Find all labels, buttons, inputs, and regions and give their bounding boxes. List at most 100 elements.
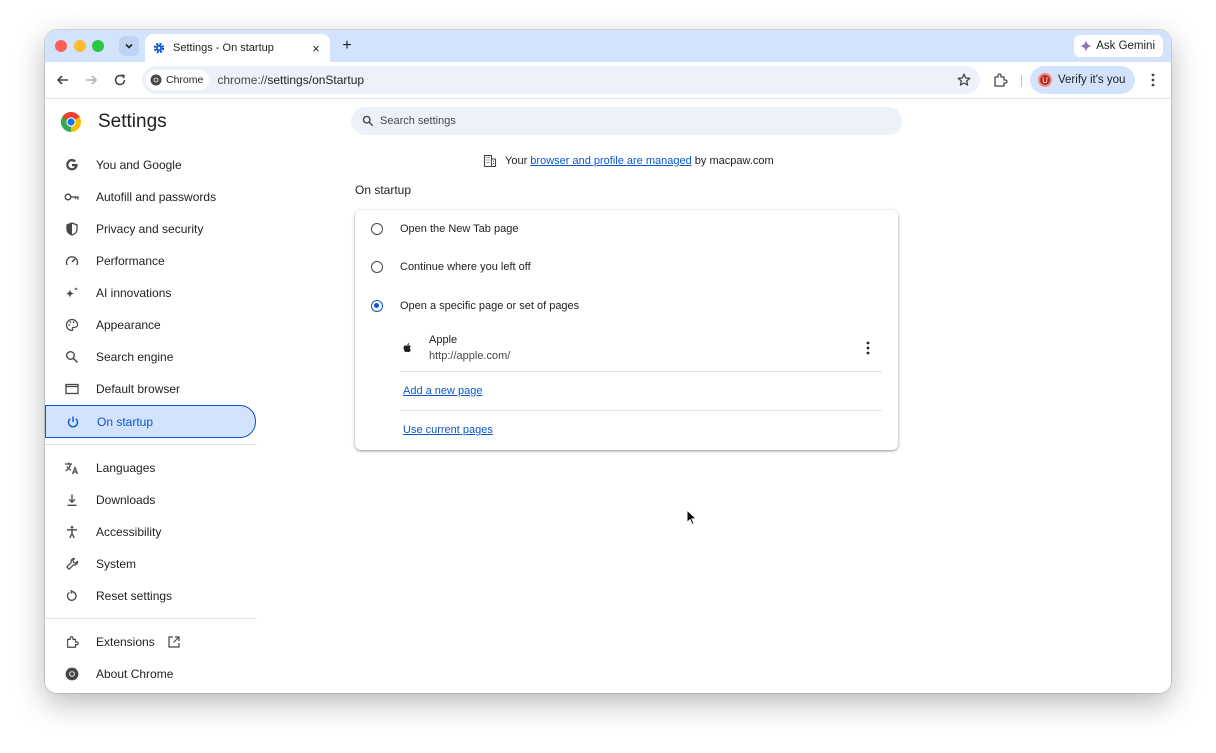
forward-button[interactable] (82, 71, 100, 89)
url-text: chrome://settings/onStartup (217, 73, 364, 87)
page-more-actions-button[interactable] (860, 340, 876, 356)
sidebar-item-privacy[interactable]: Privacy and security (45, 213, 257, 245)
sidebar-item-label: Downloads (96, 493, 156, 507)
sidebar-item-extensions[interactable]: Extensions (45, 626, 257, 658)
extensions-button[interactable] (991, 71, 1009, 89)
radio-continue[interactable]: Continue where you left off (355, 248, 898, 286)
chrome-menu-button[interactable] (1145, 71, 1161, 89)
radio-button[interactable] (371, 261, 383, 273)
sidebar-item-autofill[interactable]: Autofill and passwords (45, 181, 257, 213)
sidebar-item-on-startup[interactable]: On startup (45, 405, 256, 438)
avatar: U (1038, 73, 1052, 87)
url-path: settings/onStartup (267, 73, 365, 87)
search-placeholder: Search settings (380, 115, 456, 127)
sparkle-icon (64, 285, 80, 301)
sidebar-item-downloads[interactable]: Downloads (45, 484, 257, 516)
star-icon (957, 73, 971, 86)
sidebar-item-label: Appearance (96, 318, 161, 332)
maximize-window-button[interactable] (92, 40, 104, 52)
sidebar-item-search-engine[interactable]: Search engine (45, 341, 257, 373)
bookmark-star-button[interactable] (956, 72, 972, 88)
tab-strip: Settings - On startup × + Ask Gemini (45, 30, 1171, 62)
sidebar: You and Google Autofill and passwords Pr… (45, 149, 257, 690)
use-current-pages-link[interactable]: Use current pages (403, 424, 493, 436)
tab-search-button[interactable] (119, 36, 139, 56)
reload-button[interactable] (111, 71, 129, 89)
new-tab-button[interactable]: + (338, 37, 356, 55)
page-name: Apple (429, 334, 458, 346)
radio-specific-pages[interactable]: Open a specific page or set of pages (355, 287, 898, 325)
close-window-button[interactable] (55, 40, 67, 52)
back-button[interactable] (54, 71, 72, 89)
browser-window-icon (64, 381, 80, 397)
google-icon (64, 157, 80, 173)
sidebar-item-label: System (96, 557, 137, 571)
puzzle-icon (994, 73, 1008, 87)
wrench-icon (64, 556, 80, 572)
sidebar-item-you-and-google[interactable]: You and Google (45, 149, 257, 181)
site-info-chip[interactable]: Chrome (146, 70, 210, 90)
radio-button[interactable] (371, 223, 383, 235)
sidebar-item-label: You and Google (96, 158, 182, 172)
page-url: http://apple.com/ (429, 350, 511, 362)
sidebar-item-label: Accessibility (96, 525, 162, 539)
arrow-right-icon (86, 75, 98, 85)
add-new-page-link[interactable]: Add a new page (403, 385, 483, 397)
power-icon (65, 414, 81, 430)
gemini-sparkle-icon (1080, 40, 1093, 52)
radio-new-tab[interactable]: Open the New Tab page (355, 210, 898, 248)
sidebar-item-accessibility[interactable]: Accessibility (45, 516, 257, 548)
chrome-logo-icon (61, 112, 81, 132)
speedometer-icon (64, 253, 80, 269)
sidebar-item-label: Search engine (96, 350, 174, 364)
close-tab-icon[interactable]: × (308, 40, 324, 56)
sidebar-item-label: Performance (96, 254, 165, 268)
use-current-row: Use current pages (400, 411, 882, 449)
sidebar-item-appearance[interactable]: Appearance (45, 309, 257, 341)
translate-icon (64, 460, 80, 476)
verify-label: Verify it's you (1058, 74, 1126, 86)
sidebar-divider (45, 618, 257, 619)
settings-page: Settings You and Google Autofill and pas… (45, 99, 1171, 693)
building-icon (483, 154, 497, 168)
address-bar[interactable]: Chrome chrome://settings/onStartup (142, 66, 980, 94)
sidebar-item-reset-settings[interactable]: Reset settings (45, 580, 257, 612)
ask-gemini-button[interactable]: Ask Gemini (1074, 35, 1163, 57)
add-page-row: Add a new page (400, 372, 882, 411)
sidebar-item-label: Reset settings (96, 589, 173, 603)
radio-button-checked[interactable] (371, 300, 383, 312)
sidebar-item-performance[interactable]: Performance (45, 245, 257, 277)
sidebar-item-default-browser[interactable]: Default browser (45, 373, 257, 405)
verify-profile-button[interactable]: U Verify it's you (1030, 66, 1136, 94)
radio-label: Open a specific page or set of pages (400, 300, 580, 312)
tab-settings[interactable]: Settings - On startup × (145, 34, 330, 62)
external-link-icon (167, 635, 181, 652)
shield-icon (64, 221, 80, 237)
sidebar-item-label: Privacy and security (96, 222, 204, 236)
sidebar-item-languages[interactable]: Languages (45, 452, 257, 484)
toolbar: Chrome chrome://settings/onStartup U Ver… (45, 62, 1171, 99)
palette-icon (64, 317, 80, 333)
sidebar-item-about-chrome[interactable]: About Chrome (45, 658, 257, 690)
radio-label: Continue where you left off (400, 261, 531, 273)
chip-label: Chrome (166, 74, 204, 86)
managed-link[interactable]: browser and profile are managed (530, 155, 691, 167)
search-icon (64, 349, 80, 365)
sidebar-item-label: Default browser (96, 382, 181, 396)
startup-options-card: Open the New Tab page Continue where you… (355, 210, 898, 450)
sidebar-item-label: AI innovations (96, 286, 172, 300)
sidebar-item-label: Languages (96, 461, 156, 475)
sidebar-item-label: Extensions (96, 635, 155, 649)
sidebar-item-system[interactable]: System (45, 548, 257, 580)
section-title: On startup (355, 183, 412, 197)
search-icon (362, 115, 374, 127)
managed-suffix: by macpaw.com (694, 155, 774, 167)
radio-label: Open the New Tab page (400, 223, 519, 235)
search-settings-input[interactable]: Search settings (351, 107, 902, 135)
startup-page-row: Apple http://apple.com/ (400, 327, 882, 372)
page-title: Settings (98, 111, 167, 132)
reload-icon (114, 74, 126, 86)
minimize-window-button[interactable] (74, 40, 86, 52)
sidebar-item-ai-innovations[interactable]: AI innovations (45, 277, 257, 309)
arrow-left-icon (56, 75, 68, 85)
